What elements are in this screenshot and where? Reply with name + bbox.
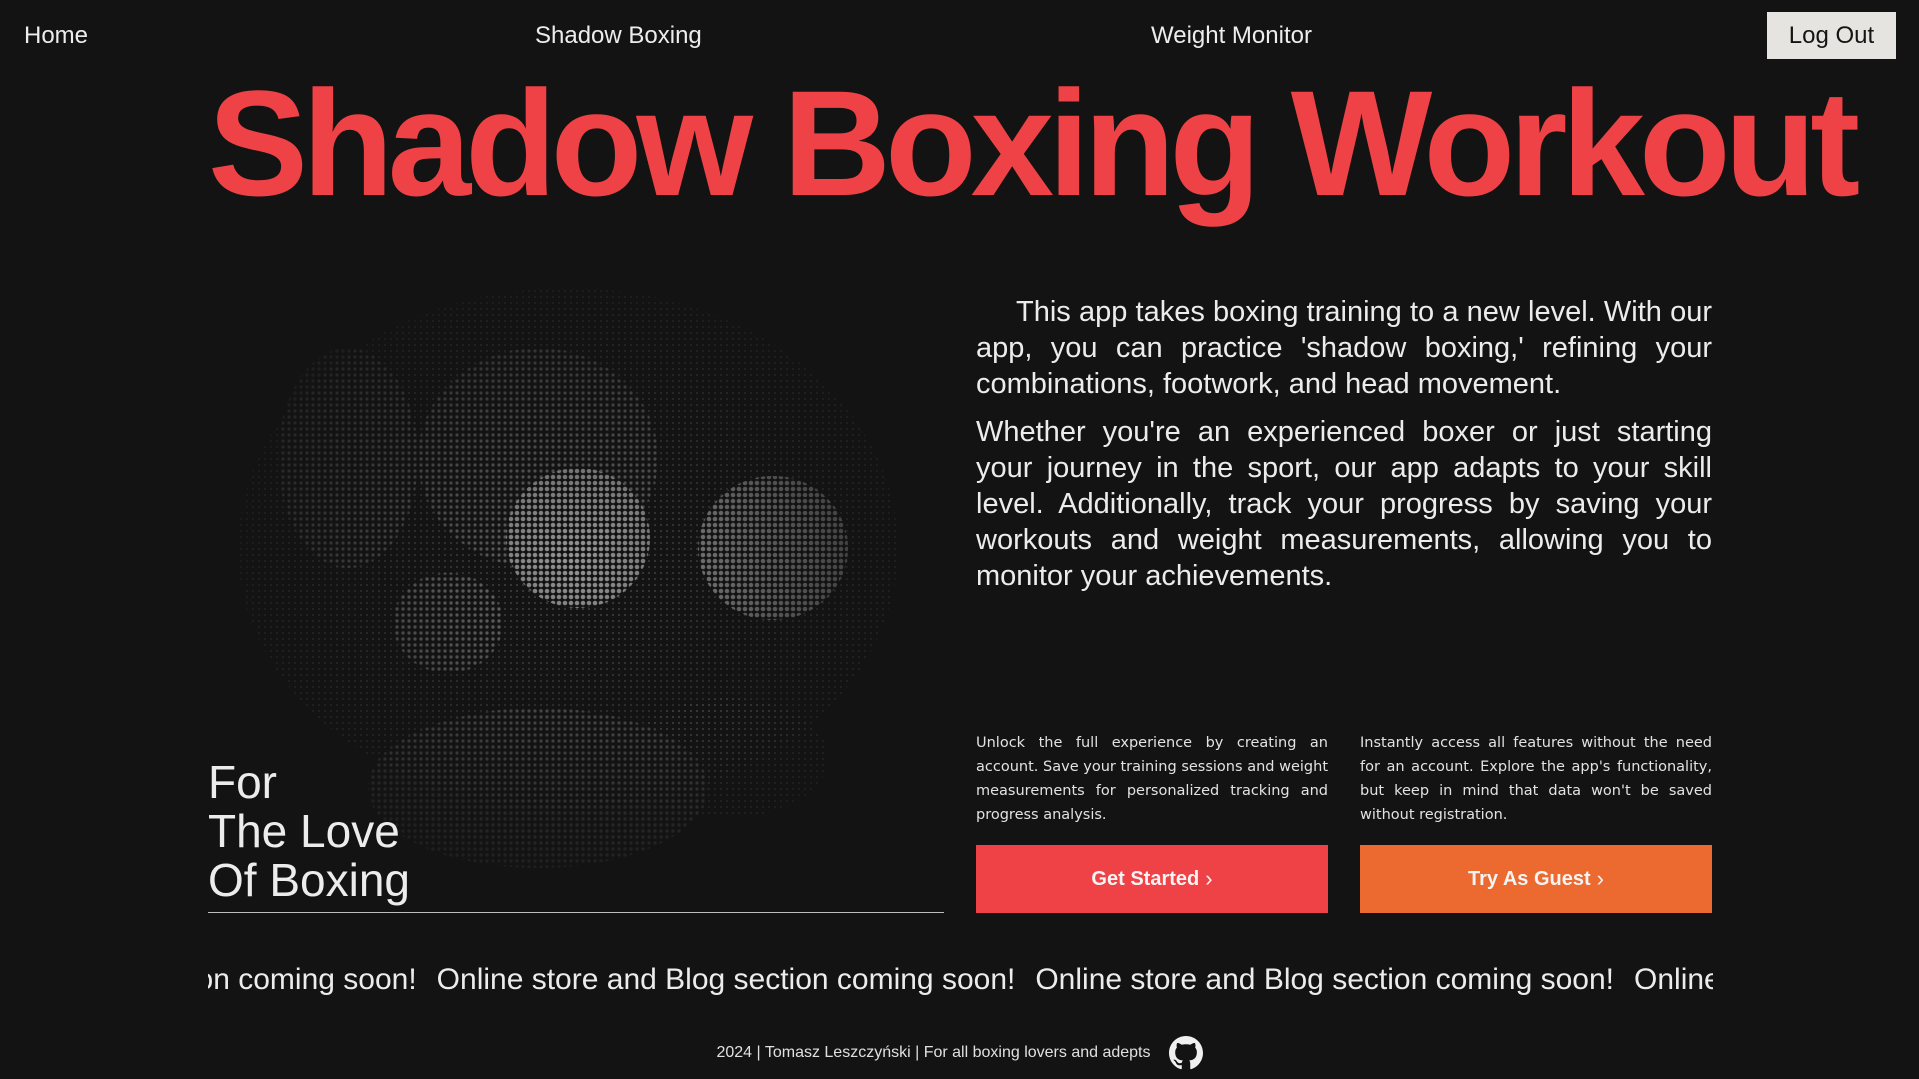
announcement-marquee: Online store and Blog section coming soo… bbox=[208, 958, 1713, 1002]
hero-title: Shadow Boxing Workout bbox=[208, 59, 1860, 227]
footer-text: 2024 | Tomasz Leszczyński | For all boxi… bbox=[716, 1044, 1151, 1061]
try-as-guest-button[interactable]: Try As Guest › bbox=[1360, 845, 1712, 913]
get-started-button[interactable]: Get Started › bbox=[976, 845, 1328, 913]
image-divider bbox=[208, 912, 944, 913]
signup-cta: Unlock the full experience by creating a… bbox=[976, 731, 1328, 913]
marquee-item: Online store and Blog section coming soo… bbox=[208, 963, 417, 996]
chevron-right-icon: › bbox=[1205, 866, 1213, 891]
nav-weight-monitor-link[interactable]: Weight Monitor bbox=[1151, 20, 1312, 52]
marquee-item: Online store and Blog section coming soo… bbox=[436, 963, 1016, 996]
chevron-right-icon: › bbox=[1596, 866, 1604, 891]
nav-shadow-boxing-link[interactable]: Shadow Boxing bbox=[535, 20, 702, 52]
marquee-item: Online store and Blog section coming soo… bbox=[1035, 963, 1615, 996]
guest-cta: Instantly access all features without th… bbox=[1360, 731, 1712, 913]
get-started-label: Get Started bbox=[1091, 867, 1200, 890]
nav-home-link[interactable]: Home bbox=[24, 20, 88, 52]
tagline: For The Love Of Boxing bbox=[208, 758, 410, 905]
signup-cta-text: Unlock the full experience by creating a… bbox=[976, 735, 1328, 823]
github-icon[interactable] bbox=[1168, 1036, 1203, 1070]
logout-button[interactable]: Log Out bbox=[1767, 12, 1896, 59]
app-description: This app takes boxing training to a new … bbox=[976, 294, 1712, 606]
tagline-line-2: The Love bbox=[208, 805, 400, 857]
try-as-guest-label: Try As Guest bbox=[1468, 867, 1591, 890]
description-paragraph-2: Whether you're an experienced boxer or j… bbox=[976, 416, 1712, 592]
description-paragraph-1: This app takes boxing training to a new … bbox=[976, 296, 1712, 400]
tagline-line-3: Of Boxing bbox=[208, 854, 410, 906]
tagline-line-1: For bbox=[208, 756, 277, 808]
guest-cta-text: Instantly access all features without th… bbox=[1360, 735, 1712, 823]
footer: 2024 | Tomasz Leszczyński | For all boxi… bbox=[0, 1036, 1919, 1070]
marquee-item: Online store and Blog section coming soo… bbox=[1634, 963, 1713, 996]
